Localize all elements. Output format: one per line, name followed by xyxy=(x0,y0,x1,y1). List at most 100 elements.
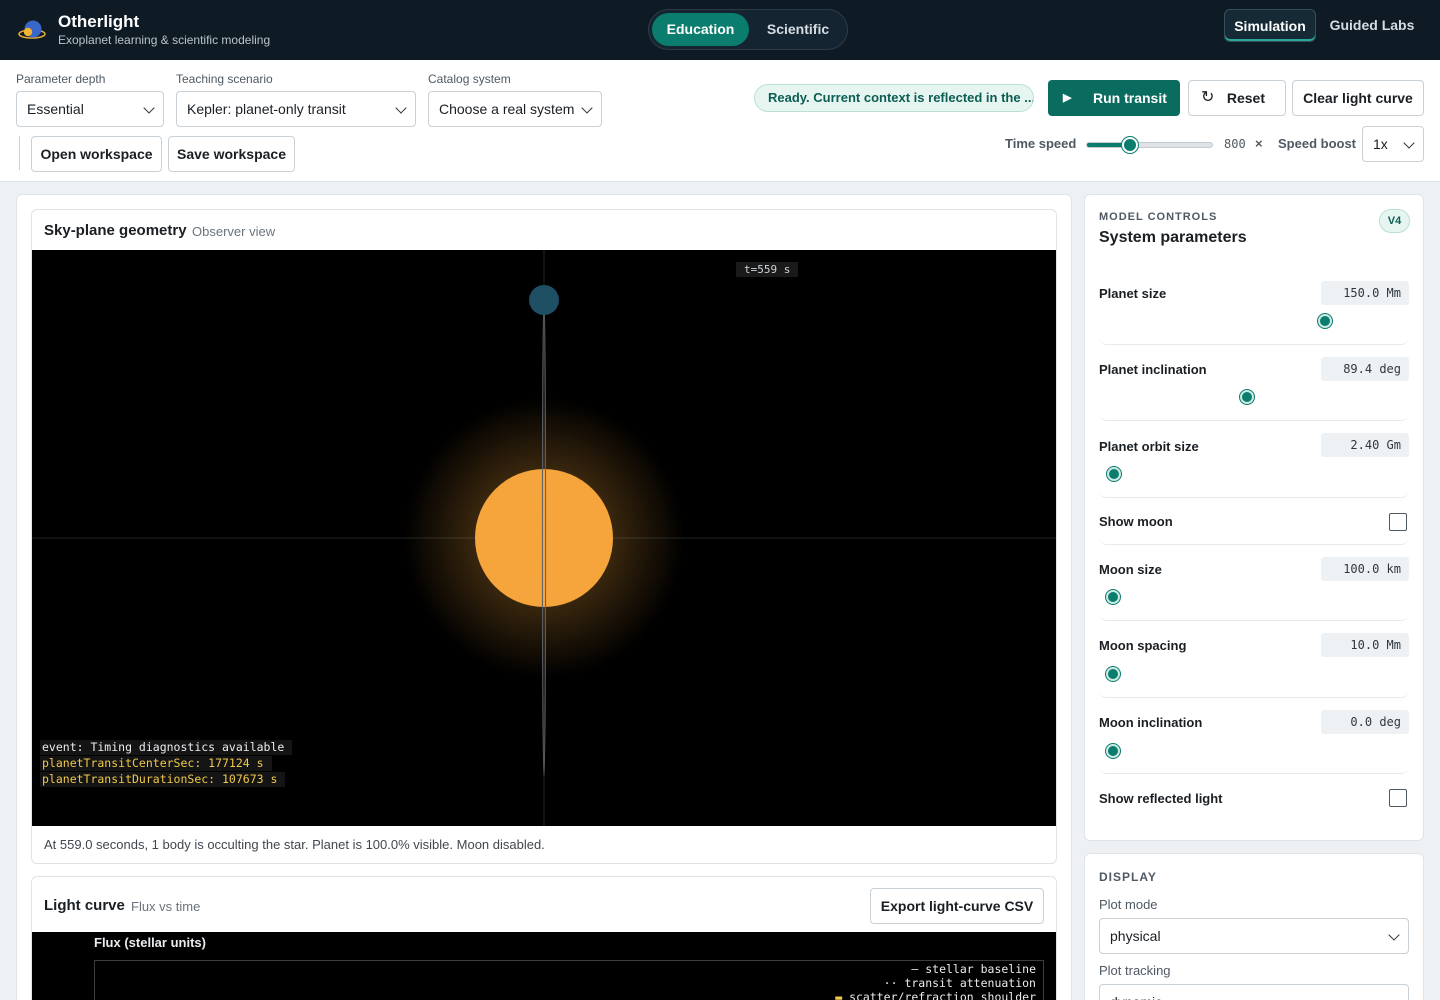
moon-spacing-slider-thumb[interactable] xyxy=(1105,667,1120,681)
legend-scatter-shoulder-symbol: ▬ xyxy=(835,990,843,1000)
param-moon-inclination-value[interactable]: 0.0 deg xyxy=(1321,710,1409,734)
model-controls-panel: MODEL CONTROLS System parameters V4 Plan… xyxy=(1084,194,1424,841)
light-curve-card: Light curve Flux vs time Export light-cu… xyxy=(31,876,1057,1000)
sky-plane-subtitle: Observer view xyxy=(192,224,276,239)
show-reflected-light-checkbox[interactable] xyxy=(1389,789,1407,807)
save-workspace-button[interactable]: Save workspace xyxy=(168,136,295,172)
legend-transit-attenuation-label: transit attenuation xyxy=(904,976,1036,990)
chevron-down-icon xyxy=(143,102,155,114)
system-parameters-title: System parameters xyxy=(1099,229,1247,246)
param-moon-size-value[interactable]: 100.0 km xyxy=(1321,557,1409,581)
param-moon-size: Moon size 100.0 km xyxy=(1099,555,1409,621)
mode-education-button[interactable]: Education xyxy=(652,13,749,46)
chevron-down-icon xyxy=(395,102,407,114)
export-csv-button[interactable]: Export light-curve CSV xyxy=(870,888,1044,924)
planet-disk xyxy=(529,285,559,315)
plot-tracking-label: Plot tracking xyxy=(1099,963,1171,978)
show-moon-checkbox[interactable] xyxy=(1389,513,1407,531)
plot-tracking-select[interactable]: dynamic xyxy=(1099,984,1409,1000)
sky-plane-canvas[interactable]: t=559 s event: Timing diagnostics availa… xyxy=(32,250,1056,826)
main-panel: Sky-plane geometry Observer view t=559 s… xyxy=(16,194,1072,1000)
app-title: Otherlight xyxy=(58,12,140,31)
speed-boost-label: Speed boost xyxy=(1278,136,1357,151)
parameter-depth-label: Parameter depth xyxy=(16,72,106,86)
chevron-down-icon xyxy=(1388,995,1400,1000)
catalog-system-label: Catalog system xyxy=(428,72,511,86)
param-show-reflected-light-label: Show reflected light xyxy=(1099,791,1223,806)
app-subtitle: Exoplanet learning & scientific modeling xyxy=(58,33,271,47)
sky-plane-card: Sky-plane geometry Observer view t=559 s… xyxy=(31,209,1057,864)
transit-center-metric: planetTransitCenterSec: 177124 s xyxy=(40,756,272,771)
version-badge: V4 xyxy=(1379,209,1410,233)
toolbar: Parameter depth Essential Teaching scena… xyxy=(0,60,1440,182)
refresh-icon: ↻ xyxy=(1201,89,1215,106)
teaching-scenario-select[interactable]: Kepler: planet-only transit xyxy=(176,91,416,127)
speed-boost-value: 1x xyxy=(1373,136,1388,152)
moon-inclination-slider-thumb[interactable] xyxy=(1105,744,1120,758)
speed-boost-select[interactable]: 1x xyxy=(1362,126,1424,162)
nav-guided-labs-tab[interactable]: Guided Labs xyxy=(1322,9,1422,42)
run-transit-label: Run transit xyxy=(1093,90,1167,106)
model-controls-eyebrow: MODEL CONTROLS xyxy=(1099,211,1218,223)
legend-transit-attenuation: ·· transit attenuation xyxy=(884,976,1036,990)
legend-transit-attenuation-symbol: ·· xyxy=(883,976,898,990)
reset-button[interactable]: ↻ Reset xyxy=(1188,80,1286,116)
legend-stellar-baseline-symbol: — xyxy=(911,962,919,976)
time-speed-slider[interactable] xyxy=(1086,137,1213,153)
param-moon-inclination: Moon inclination 0.0 deg xyxy=(1099,708,1409,774)
param-planet-orbit-size-value[interactable]: 2.40 Gm xyxy=(1321,433,1409,457)
mode-toggle: Education Scientific xyxy=(648,9,848,50)
time-speed-unit: × xyxy=(1255,136,1263,151)
planet-inclination-slider-thumb[interactable] xyxy=(1240,390,1254,404)
status-badge: Ready. Current context is reflected in t… xyxy=(754,84,1034,112)
legend-scatter-shoulder-label: scatter/refraction shoulder xyxy=(849,990,1036,1000)
time-speed-label: Time speed xyxy=(1005,136,1077,151)
nav-simulation-tab[interactable]: Simulation xyxy=(1224,9,1316,42)
otherlight-logo-icon xyxy=(18,20,46,39)
legend-stellar-baseline: — stellar baseline xyxy=(911,962,1036,976)
event-diagnostic-line: event: Timing diagnostics available xyxy=(40,740,293,755)
param-planet-size-value[interactable]: 150.0 Mm xyxy=(1321,281,1409,305)
legend-stellar-baseline-label: stellar baseline xyxy=(925,962,1036,976)
transit-duration-metric: planetTransitDurationSec: 107673 s xyxy=(40,772,286,787)
light-curve-plot[interactable]: Flux (stellar units) — stellar baseline … xyxy=(32,932,1056,1000)
time-speed-slider-thumb[interactable] xyxy=(1121,137,1138,153)
param-planet-inclination-label: Planet inclination xyxy=(1099,362,1207,377)
light-curve-title: Light curve xyxy=(44,897,125,914)
param-show-reflected-light: Show reflected light xyxy=(1099,784,1409,821)
moon-size-slider-thumb[interactable] xyxy=(1105,590,1120,604)
parameter-depth-select[interactable]: Essential xyxy=(16,91,164,127)
time-speed-value: 800 xyxy=(1224,137,1246,151)
param-show-moon-label: Show moon xyxy=(1099,514,1173,529)
reset-label: Reset xyxy=(1226,90,1265,106)
param-planet-inclination: Planet inclination 89.4 deg xyxy=(1099,355,1409,421)
param-planet-inclination-value[interactable]: 89.4 deg xyxy=(1321,357,1409,381)
plot-mode-value: physical xyxy=(1110,928,1161,944)
param-planet-orbit-size: Planet orbit size 2.40 Gm xyxy=(1099,431,1409,498)
param-moon-inclination-label: Moon inclination xyxy=(1099,715,1203,730)
catalog-system-select[interactable]: Choose a real system xyxy=(428,91,602,127)
light-curve-y-axis-label: Flux (stellar units) xyxy=(94,935,206,950)
play-icon: ▶ xyxy=(1063,92,1072,104)
planet-size-slider-thumb[interactable] xyxy=(1318,314,1332,328)
param-moon-spacing: Moon spacing 10.0 Mm xyxy=(1099,631,1409,698)
mode-scientific-button[interactable]: Scientific xyxy=(751,13,845,46)
param-show-moon: Show moon xyxy=(1099,508,1409,545)
display-panel: DISPLAY Plot mode physical Plot tracking… xyxy=(1084,853,1424,1000)
plot-mode-select[interactable]: physical xyxy=(1099,918,1409,954)
param-moon-spacing-value[interactable]: 10.0 Mm xyxy=(1321,633,1409,657)
param-planet-orbit-size-label: Planet orbit size xyxy=(1099,439,1199,454)
sky-plane-title: Sky-plane geometry xyxy=(44,222,187,239)
open-workspace-button[interactable]: Open workspace xyxy=(31,136,162,172)
display-eyebrow: DISPLAY xyxy=(1099,870,1157,884)
clear-light-curve-button[interactable]: Clear light curve xyxy=(1292,80,1424,116)
parameter-depth-value: Essential xyxy=(27,101,84,117)
param-moon-size-label: Moon size xyxy=(1099,562,1162,577)
star-disk xyxy=(475,469,613,607)
plot-tracking-value: dynamic xyxy=(1110,994,1162,1000)
planet-orbit-size-slider-thumb[interactable] xyxy=(1106,467,1121,481)
sky-plane-caption: At 559.0 seconds, 1 body is occulting th… xyxy=(44,837,545,852)
top-bar: Otherlight Exoplanet learning & scientif… xyxy=(0,0,1440,60)
run-transit-button[interactable]: ▶ Run transit xyxy=(1048,80,1180,116)
legend-scatter-shoulder: ▬ scatter/refraction shoulder xyxy=(835,990,1036,1000)
